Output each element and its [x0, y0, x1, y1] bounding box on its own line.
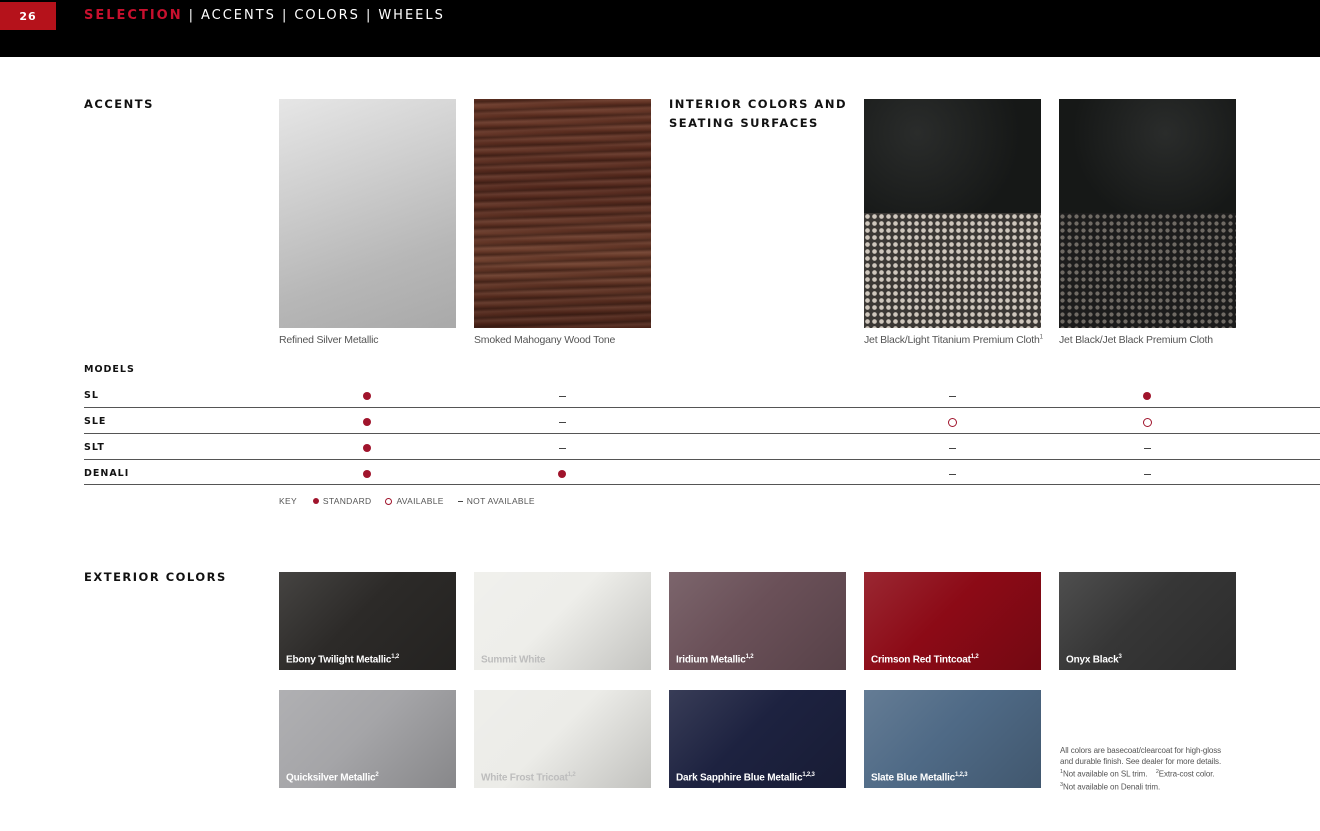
not-available-dash-icon [457, 500, 463, 502]
models-heading: MODELS [84, 364, 135, 375]
table-divider [84, 459, 1320, 460]
available-ring-icon [945, 415, 959, 429]
exterior-color-label: Ebony Twilight Metallic1,2 [286, 653, 399, 665]
section-nav: SELECTION | ACCENTS | COLORS | WHEELS [84, 8, 445, 23]
exterior-color-label: Quicksilver Metallic2 [286, 771, 379, 783]
exterior-color-swatch: Summit White [474, 572, 651, 670]
leather-texture [1059, 99, 1236, 213]
accent-swatch-refined-silver [279, 99, 456, 328]
exterior-color-swatch: Quicksilver Metallic2 [279, 690, 456, 788]
standard-dot-icon [555, 467, 569, 481]
key-available: AVAILABLE [385, 496, 443, 506]
standard-dot-icon [360, 389, 374, 403]
interior-label: Jet Black/Jet Black Premium Cloth [1059, 334, 1213, 346]
not-available-dash-icon [1140, 467, 1154, 481]
exterior-color-label: Iridium Metallic1,2 [676, 653, 754, 665]
interior-title: INTERIOR COLORS AND SEATING SURFACES [669, 95, 847, 133]
interior-swatch-jet-black-jet-black [1059, 99, 1236, 328]
cloth-texture [1059, 213, 1236, 328]
accent-label: Smoked Mahogany Wood Tone [474, 334, 616, 346]
standard-dot-icon [360, 467, 374, 481]
nav-separator: | [188, 8, 195, 23]
key-not-available: NOT AVAILABLE [457, 496, 535, 506]
model-name: SLE [84, 416, 107, 427]
interior-label: Jet Black/Light Titanium Premium Cloth1 [864, 334, 1043, 346]
exterior-color-swatch: Crimson Red Tintcoat1,2 [864, 572, 1041, 670]
exterior-color-swatch: Iridium Metallic1,2 [669, 572, 846, 670]
table-divider [84, 484, 1320, 485]
footnote: All colors are basecoat/clearcoat for hi… [1060, 746, 1222, 792]
exterior-color-label: Dark Sapphire Blue Metallic1,2,3 [676, 771, 815, 783]
not-available-dash-icon [1140, 441, 1154, 455]
exterior-color-swatch: White Frost Tricoat1,2 [474, 690, 651, 788]
leather-texture [864, 99, 1041, 213]
nav-item-colors[interactable]: COLORS [294, 8, 360, 23]
not-available-dash-icon [945, 467, 959, 481]
exterior-color-label: Slate Blue Metallic1,2,3 [871, 771, 968, 783]
interior-title-line1: INTERIOR COLORS AND [669, 97, 847, 111]
accent-swatch-smoked-mahogany [474, 99, 651, 328]
page-header: 26 SELECTION | ACCENTS | COLORS | WHEELS [0, 0, 1320, 57]
exterior-color-label: White Frost Tricoat1,2 [481, 771, 576, 783]
not-available-dash-icon [945, 389, 959, 403]
standard-dot-icon [1140, 389, 1154, 403]
available-ring-icon [385, 497, 393, 505]
interior-title-line2: SEATING SURFACES [669, 116, 819, 130]
nav-item-selection[interactable]: SELECTION [84, 8, 183, 23]
table-divider [84, 407, 1320, 408]
nav-item-wheels[interactable]: WHEELS [378, 8, 445, 23]
nav-separator: | [281, 8, 289, 23]
accents-title: ACCENTS [84, 97, 154, 111]
exterior-color-label: Crimson Red Tintcoat1,2 [871, 653, 979, 665]
legend-key: KEY STANDARD AVAILABLE NOT AVAILABLE [279, 496, 543, 506]
available-ring-icon [1140, 415, 1154, 429]
model-name: SL [84, 390, 99, 401]
standard-dot-icon [312, 498, 319, 504]
exterior-color-swatch: Onyx Black3 [1059, 572, 1236, 670]
table-divider [84, 433, 1320, 434]
nav-item-accents[interactable]: ACCENTS [201, 8, 276, 23]
interior-swatch-jet-black-light-titanium [864, 99, 1041, 328]
not-available-dash-icon [555, 415, 569, 429]
exterior-color-label: Summit White [481, 654, 546, 665]
exterior-color-swatch: Dark Sapphire Blue Metallic1,2,3 [669, 690, 846, 788]
standard-dot-icon [360, 441, 374, 455]
model-name: DENALI [84, 468, 130, 479]
exterior-color-label: Onyx Black3 [1066, 653, 1122, 665]
standard-dot-icon [360, 415, 374, 429]
model-name: SLT [84, 442, 105, 453]
not-available-dash-icon [555, 389, 569, 403]
page-number: 26 [0, 2, 56, 30]
key-label: KEY [279, 496, 297, 506]
exterior-color-swatch: Slate Blue Metallic1,2,3 [864, 690, 1041, 788]
cloth-texture [864, 213, 1041, 328]
accent-label: Refined Silver Metallic [279, 334, 379, 346]
key-standard: STANDARD [312, 496, 372, 506]
model-row: DENALI [84, 463, 1320, 489]
not-available-dash-icon [555, 441, 569, 455]
nav-separator: | [365, 8, 373, 23]
not-available-dash-icon [945, 441, 959, 455]
exterior-color-swatch: Ebony Twilight Metallic1,2 [279, 572, 456, 670]
exterior-title: EXTERIOR COLORS [84, 570, 227, 584]
